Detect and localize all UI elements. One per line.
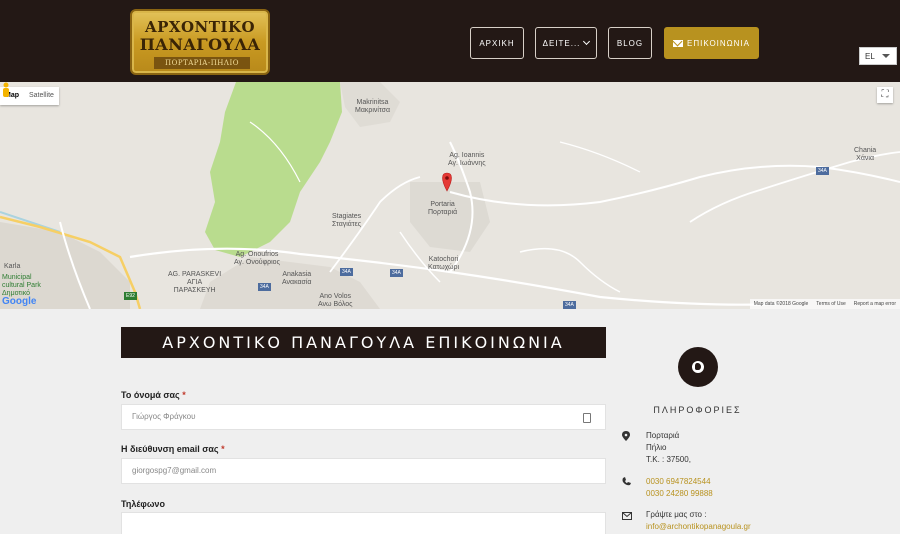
name-input-value: Γιώργος Φράγκου (132, 412, 196, 421)
map-footer: Map data ©2018 Google Terms of Use Repor… (749, 299, 900, 309)
nav-contact-label: ΕΠΙΚΟΙΝΩΝΙΑ (687, 38, 750, 48)
map-label-anovolos: Ano Volos Ανω Βόλος (318, 293, 353, 308)
map-label-karla: Karla (4, 263, 21, 270)
required-mark: * (182, 390, 186, 400)
phone-input[interactable] (121, 512, 606, 534)
phone-label-text: Τηλέφωνο (121, 499, 165, 509)
road-badge: 34A (340, 268, 353, 276)
name-label-text: Το όνομά σας (121, 390, 180, 400)
language-value: EL (865, 51, 875, 61)
info-address: Πορταριά Πήλιο Τ.Κ. : 37500, (646, 430, 691, 466)
map-label-anakasia: Anakasia Ανακασία (282, 271, 312, 286)
map-report-link[interactable]: Report a map error (854, 301, 896, 307)
phone-link[interactable]: 0030 24280 99888 (646, 488, 713, 500)
email-label: Η διεύθυνση email σας * (121, 444, 225, 454)
pegman-icon[interactable] (0, 82, 12, 98)
nav-blog-button[interactable]: BLOG (608, 27, 652, 59)
name-label: Το όνομά σας * (121, 390, 186, 400)
name-input[interactable]: Γιώργος Φράγκου (121, 404, 606, 430)
map-label-chania: Chania Χάνια (854, 147, 877, 162)
map-terms-link[interactable]: Terms of Use (816, 301, 845, 307)
info-globe-badge (678, 347, 718, 387)
map-label-park: Municipal cultural Park Δημοτικό (2, 274, 41, 297)
language-select[interactable]: EL (859, 47, 897, 65)
nav-blog-label: BLOG (616, 38, 644, 48)
chevron-down-icon (583, 37, 591, 46)
map-label-makrinitsa: Makrinitsa Μακρινίτσα (355, 99, 391, 114)
form-title: ΑΡΧΟΝΤΙΚΟ ΠΑΝΑΓΟΥΛΑ ΕΠΙΚΟΙΝΩΝΙΑ (121, 327, 606, 358)
phone-link[interactable]: 0030 6947824544 (646, 476, 713, 488)
email-link[interactable]: info@archontikopanagoula.gr (646, 521, 751, 533)
envelope-icon (622, 512, 632, 520)
map-type-satellite-button[interactable]: Satellite (24, 87, 59, 105)
road-badge: E92 (124, 292, 137, 300)
phone-label: Τηλέφωνο (121, 499, 165, 509)
fullscreen-icon[interactable]: ⛶ (877, 87, 893, 103)
email-label-text: Η διεύθυνση email σας (121, 444, 219, 454)
map-label-stagiates: Stagiates Σταγιάτες (332, 213, 362, 228)
caret-down-icon (882, 54, 890, 58)
required-mark: * (221, 444, 225, 454)
info-email-block: Γράψτε μας στο : info@archontikopanagoul… (646, 509, 751, 533)
nav-home-label: ΑΡΧΙΚΗ (479, 38, 515, 48)
google-map[interactable]: Makrinitsa Μακρινίτσα Ag. Ioannis Αγ. Ιω… (0, 82, 900, 309)
map-label-paraskevi: AG. PARASKEVI ΑΓΙΑ ΠΑΡΑΣΚΕΥΗ (168, 271, 222, 294)
map-label-katochori: Katochori Κατωχώρι (428, 256, 460, 271)
info-write-label: Γράψτε μας στο : (646, 510, 707, 519)
road-badge: 34A (258, 283, 271, 291)
road-badge: 34A (816, 167, 829, 175)
phone-icon (622, 477, 631, 486)
nav-see-dropdown[interactable]: ΔΕΙΤΕ... (535, 27, 597, 59)
map-canvas (0, 82, 900, 309)
map-label-agioannis: Ag. Ioannis Αγ. Ιωάννης (448, 152, 486, 167)
site-header: ΑΡΧΟΝΤΙΚΟ ΠΑΝΑΓΟΥΛΑ ΠΟΡΤΑΡΙΑ-ΠΗΛΙΟ ΑΡΧΙΚ… (0, 0, 900, 82)
road-badge: 34A (390, 269, 403, 277)
email-input[interactable]: giorgospg7@gmail.com (121, 458, 606, 484)
map-label-portaria: Portaria Πορταριά (428, 201, 458, 216)
info-address-line: Πορταριά (646, 431, 680, 440)
info-address-line: Τ.Κ. : 37500, (646, 455, 691, 464)
map-data-attribution: Map data ©2018 Google (753, 301, 809, 307)
nav-contact-button[interactable]: ΕΠΙΚΟΙΝΩΝΙΑ (664, 27, 759, 59)
email-input-value: giorgospg7@gmail.com (132, 466, 217, 475)
globe-icon (692, 361, 704, 373)
nav-home-button[interactable]: ΑΡΧΙΚΗ (470, 27, 524, 59)
map-label-onoufrios: Ag. Onoufrios Αγ. Ονούφριος (234, 251, 280, 266)
logo-line2: ΠΑΝΑΓΟΥΛΑ (139, 35, 261, 54)
nav-see-label: ΔΕΙΤΕ... (542, 38, 581, 48)
info-phones: 0030 6947824544 0030 24280 99888 (646, 476, 713, 500)
logo-line1: ΑΡΧΟΝΤΙΚΟ (144, 18, 256, 36)
logo[interactable]: ΑΡΧΟΝΤΙΚΟ ΠΑΝΑΓΟΥΛΑ ΠΟΡΤΑΡΙΑ-ΠΗΛΙΟ (130, 9, 270, 75)
logo-subtitle: ΠΟΡΤΑΡΙΑ-ΠΗΛΙΟ (154, 57, 250, 69)
map-marker-icon (622, 431, 630, 441)
envelope-icon (673, 39, 684, 47)
road-badge: 34A (563, 301, 576, 309)
contact-card-icon (583, 413, 591, 423)
info-address-line: Πήλιο (646, 443, 667, 452)
info-title: ΠΛΗΡΟΦΟΡΙΕΣ (653, 405, 742, 415)
google-logo: Google (2, 296, 37, 307)
